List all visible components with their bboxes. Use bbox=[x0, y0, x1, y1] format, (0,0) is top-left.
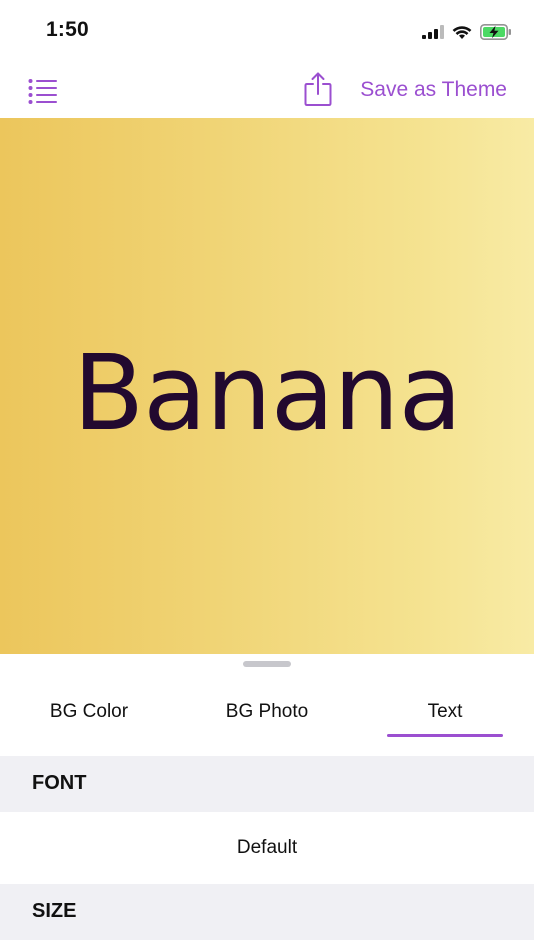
wifi-icon bbox=[452, 25, 472, 39]
font-option-default[interactable]: Default bbox=[0, 812, 534, 884]
list-icon[interactable] bbox=[28, 78, 58, 104]
navbar: Save as Theme bbox=[0, 62, 534, 118]
preview-text: Banana bbox=[72, 332, 462, 454]
status-time: 1:50 bbox=[46, 18, 89, 41]
font-section-title: FONT bbox=[32, 772, 87, 794]
save-as-theme-button[interactable]: Save as Theme bbox=[360, 78, 507, 102]
editor-sheet: BG Color BG Photo Text FONT Default SIZE bbox=[0, 654, 534, 950]
cellular-signal-icon bbox=[422, 25, 444, 39]
selected-tab-indicator bbox=[387, 734, 503, 737]
tab-bg-photo[interactable]: BG Photo bbox=[178, 694, 356, 740]
status-icons bbox=[422, 22, 512, 42]
font-section-header: FONT bbox=[0, 756, 534, 812]
tab-bg-color[interactable]: BG Color bbox=[0, 694, 178, 740]
share-icon[interactable] bbox=[304, 71, 332, 107]
status-bar: 1:50 bbox=[0, 0, 534, 62]
sheet-grabber[interactable] bbox=[243, 661, 291, 667]
size-section-title: SIZE bbox=[32, 900, 77, 922]
theme-preview: Banana bbox=[0, 118, 534, 654]
battery-charging-icon bbox=[480, 24, 511, 40]
size-section-header: SIZE bbox=[0, 884, 534, 940]
